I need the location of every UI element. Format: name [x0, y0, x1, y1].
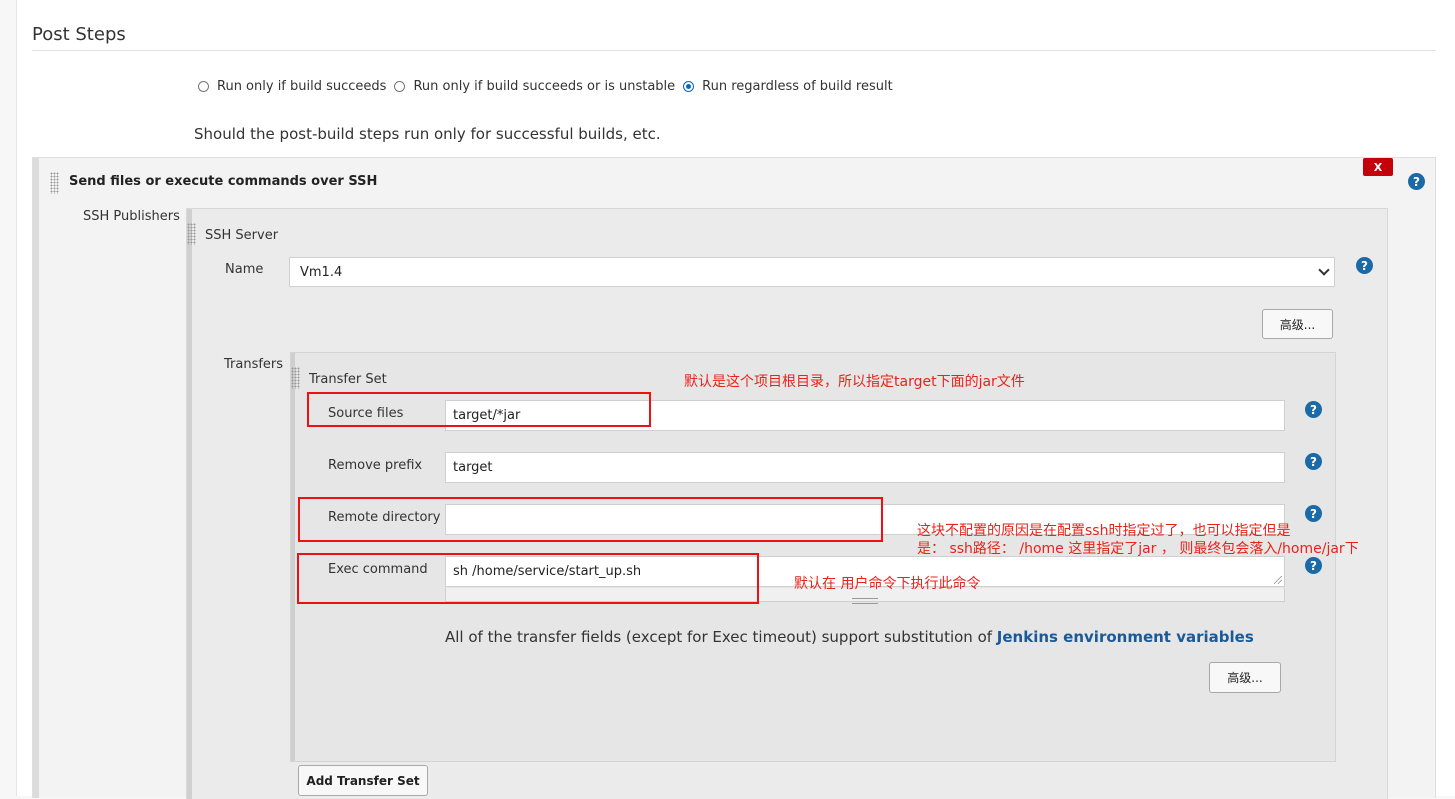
env-variables-link[interactable]: Jenkins environment variables	[997, 628, 1254, 646]
remove-prefix-label: Remove prefix	[328, 458, 423, 473]
section-divider	[32, 50, 1436, 51]
drag-grip-icon[interactable]	[291, 367, 300, 389]
help-icon[interactable]: ?	[1305, 453, 1322, 470]
radio-label: Run only if build succeeds	[217, 79, 387, 94]
annotation-note-remote-2: 是： ssh路径： /home 这里指定了jar ， 则最终包会落入/home/…	[917, 541, 1359, 557]
annotation-note-remote-1: 这块不配置的原因是在配置ssh时指定过了，也可以指定但是	[917, 523, 1291, 539]
help-hint-text: Should the post-build steps run only for…	[194, 125, 661, 143]
radio-run-if-success-or-unstable[interactable]: Run only if build succeeds or is unstabl…	[394, 79, 675, 94]
section-title: Post Steps	[32, 24, 126, 45]
help-icon[interactable]: ?	[1305, 401, 1322, 418]
radio-button[interactable]	[394, 81, 406, 92]
substitution-info: All of the transfer fields (except for E…	[445, 628, 1254, 646]
ssh-server-select[interactable]: Vm1.4	[289, 257, 1335, 287]
highlight-source-files	[307, 392, 651, 427]
radio-button[interactable]	[198, 81, 209, 92]
build-condition-radio-group: Run only if build succeeds Run only if b…	[198, 79, 901, 94]
annotation-note-exec: 默认在 用户命令下执行此命令	[794, 576, 981, 592]
help-icon[interactable]: ?	[1305, 557, 1322, 574]
help-icon[interactable]: ?	[1356, 257, 1373, 274]
annotation-note-source: 默认是这个项目根目录，所以指定target下面的jar文件	[684, 374, 1025, 390]
step-title: Send files or execute commands over SSH	[69, 174, 378, 189]
radio-label: Run regardless of build result	[702, 79, 893, 94]
ssh-publishers-label: SSH Publishers	[83, 209, 180, 224]
name-label: Name	[225, 262, 264, 277]
highlight-exec-command	[297, 553, 759, 604]
help-icon[interactable]: ?	[1305, 505, 1322, 522]
drag-grip-icon[interactable]	[50, 172, 59, 194]
info-text: All of the transfer fields (except for E…	[445, 628, 997, 646]
resize-handle-icon[interactable]	[1274, 576, 1282, 584]
radio-run-regardless[interactable]: Run regardless of build result	[683, 79, 893, 94]
highlight-remote-directory	[298, 497, 883, 542]
transfer-set-title: Transfer Set	[309, 372, 387, 387]
transfer-advanced-button[interactable]: 高级...	[1209, 662, 1281, 693]
transfers-label: Transfers	[224, 357, 284, 372]
radio-button-selected[interactable]	[683, 81, 695, 92]
drag-grip-icon[interactable]	[187, 223, 196, 245]
advanced-button[interactable]: 高级...	[1262, 309, 1333, 339]
add-transfer-set-button[interactable]: Add Transfer Set	[298, 765, 428, 796]
ssh-server-title: SSH Server	[205, 228, 279, 243]
drag-handle[interactable]	[33, 158, 39, 798]
chevron-down-icon	[1318, 264, 1330, 276]
drag-handle[interactable]	[187, 209, 192, 799]
remove-prefix-input[interactable]: target	[445, 452, 1285, 483]
delete-step-button[interactable]: X	[1363, 158, 1393, 176]
radio-run-if-success[interactable]: Run only if build succeeds	[198, 79, 386, 94]
radio-label: Run only if build succeeds or is unstabl…	[413, 79, 676, 94]
select-value: Vm1.4	[300, 264, 343, 280]
help-icon[interactable]: ?	[1408, 173, 1425, 190]
expand-grip-icon[interactable]	[852, 598, 878, 604]
drag-handle[interactable]	[291, 353, 295, 761]
